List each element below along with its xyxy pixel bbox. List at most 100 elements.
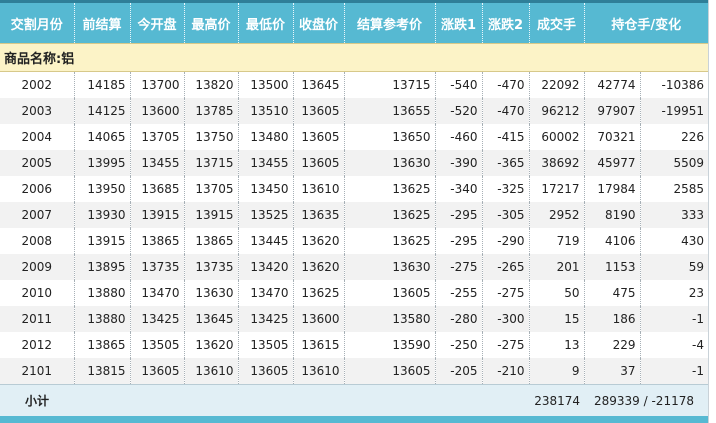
cell-delivery-month: 2005 xyxy=(0,150,75,176)
cell-delivery-month: 2009 xyxy=(0,254,75,280)
cell-oi-change: 333 xyxy=(640,202,708,228)
cell-high: 13620 xyxy=(184,332,239,358)
cell-open: 13685 xyxy=(130,176,185,202)
cell-settle-ref: 13630 xyxy=(344,150,436,176)
cell-low: 13480 xyxy=(238,124,294,150)
cell-volume: 50 xyxy=(529,280,585,306)
cell-change2: -325 xyxy=(482,176,530,202)
cell-open: 13915 xyxy=(130,202,185,228)
cell-prev-settle: 13930 xyxy=(74,202,131,228)
cell-volume: 60002 xyxy=(529,124,585,150)
cell-close: 13610 xyxy=(293,358,345,385)
cell-oi-change: 59 xyxy=(640,254,708,280)
cell-open: 13705 xyxy=(130,124,185,150)
header-delivery-month[interactable]: 交割月份 xyxy=(0,0,75,44)
cell-settle-ref: 13650 xyxy=(344,124,436,150)
header-prev-settle[interactable]: 前结算 xyxy=(74,0,131,44)
cell-delivery-month: 2008 xyxy=(0,228,75,254)
table-row[interactable]: 2003 14125 13600 13785 13510 13605 13655 -520 -4… xyxy=(0,98,708,124)
cell-prev-settle: 14065 xyxy=(74,124,131,150)
cell-close: 13635 xyxy=(293,202,345,228)
cell-delivery-month: 2011 xyxy=(0,306,75,332)
cell-high: 13785 xyxy=(184,98,239,124)
header-open-interest[interactable]: 持仓手/变化 xyxy=(584,0,708,44)
cell-open-interest: 1153 xyxy=(584,254,641,280)
cell-open-interest: 42774 xyxy=(584,71,641,98)
cell-volume: 9 xyxy=(529,358,585,385)
cell-low: 13510 xyxy=(238,98,294,124)
table-row[interactable]: 2011 13880 13425 13645 13425 13600 13580 -280 -3… xyxy=(0,306,708,332)
cell-high: 13645 xyxy=(184,306,239,332)
cell-oi-change: 23 xyxy=(640,280,708,306)
cell-change1: -250 xyxy=(435,332,483,358)
cell-volume: 22092 xyxy=(529,71,585,98)
cell-volume: 13 xyxy=(529,332,585,358)
cell-oi-change: -19951 xyxy=(640,98,708,124)
futures-quote-table: 交割月份 前结算 今开盘 最高价 最低价 收盘价 结算参考价 涨跌1 涨跌2 成… xyxy=(0,0,708,418)
cell-open-interest: 97907 xyxy=(584,98,641,124)
cell-high: 13715 xyxy=(184,150,239,176)
cell-close: 13620 xyxy=(293,228,345,254)
futures-table-container: 交割月份 前结算 今开盘 最高价 最低价 收盘价 结算参考价 涨跌1 涨跌2 成… xyxy=(0,0,709,423)
table-row[interactable]: 2009 13895 13735 13735 13420 13620 13630 -275 -2… xyxy=(0,254,708,280)
cell-volume: 17217 xyxy=(529,176,585,202)
table-row[interactable]: 2007 13930 13915 13915 13525 13635 13625 -295 -3… xyxy=(0,202,708,228)
table-row[interactable]: 2012 13865 13505 13620 13505 13615 13590 -250 -2… xyxy=(0,332,708,358)
header-change2[interactable]: 涨跌2 xyxy=(482,0,530,44)
subtotal-open-interest: 289339 / -21178 xyxy=(584,384,708,418)
cell-settle-ref: 13625 xyxy=(344,228,436,254)
cell-high: 13705 xyxy=(184,176,239,202)
header-open[interactable]: 今开盘 xyxy=(130,0,185,44)
table-row[interactable]: 2004 14065 13705 13750 13480 13605 13650 -460 -4… xyxy=(0,124,708,150)
cell-low: 13505 xyxy=(238,332,294,358)
cell-close: 13645 xyxy=(293,71,345,98)
cell-high: 13610 xyxy=(184,358,239,385)
cell-close: 13610 xyxy=(293,176,345,202)
subtotal-empty xyxy=(74,384,529,418)
cell-open: 13505 xyxy=(130,332,185,358)
header-close[interactable]: 收盘价 xyxy=(293,0,345,44)
cell-oi-change: -1 xyxy=(640,306,708,332)
table-row[interactable]: 2101 13815 13605 13610 13605 13610 13605 -205 -2… xyxy=(0,358,708,385)
cell-prev-settle: 14125 xyxy=(74,98,131,124)
cell-oi-change: -4 xyxy=(640,332,708,358)
table-row[interactable]: 2005 13995 13455 13715 13455 13605 13630 -390 -3… xyxy=(0,150,708,176)
header-settle-ref[interactable]: 结算参考价 xyxy=(344,0,436,44)
header-change1[interactable]: 涨跌1 xyxy=(435,0,483,44)
table-row[interactable]: 2008 13915 13865 13865 13445 13620 13625 -295 -2… xyxy=(0,228,708,254)
header-volume[interactable]: 成交手 xyxy=(529,0,585,44)
cell-change1: -255 xyxy=(435,280,483,306)
cell-change2: -300 xyxy=(482,306,530,332)
cell-delivery-month: 2004 xyxy=(0,124,75,150)
cell-open-interest: 475 xyxy=(584,280,641,306)
cell-low: 13450 xyxy=(238,176,294,202)
cell-delivery-month: 2002 xyxy=(0,71,75,98)
cell-change1: -295 xyxy=(435,228,483,254)
cell-volume: 2952 xyxy=(529,202,585,228)
cell-change2: -470 xyxy=(482,98,530,124)
cell-open-interest: 229 xyxy=(584,332,641,358)
cell-change1: -280 xyxy=(435,306,483,332)
table-row[interactable]: 2006 13950 13685 13705 13450 13610 13625 -340 -3… xyxy=(0,176,708,202)
cell-delivery-month: 2007 xyxy=(0,202,75,228)
cell-change2: -275 xyxy=(482,280,530,306)
cell-delivery-month: 2006 xyxy=(0,176,75,202)
header-low[interactable]: 最低价 xyxy=(238,0,294,44)
cell-delivery-month: 2101 xyxy=(0,358,75,385)
cell-change2: -470 xyxy=(482,71,530,98)
table-row[interactable]: 2010 13880 13470 13630 13470 13625 13605 -255 -2… xyxy=(0,280,708,306)
cell-change1: -295 xyxy=(435,202,483,228)
cell-high: 13630 xyxy=(184,280,239,306)
cell-close: 13605 xyxy=(293,150,345,176)
cell-close: 13615 xyxy=(293,332,345,358)
cell-change1: -460 xyxy=(435,124,483,150)
cell-open-interest: 186 xyxy=(584,306,641,332)
cell-open-interest: 4106 xyxy=(584,228,641,254)
table-row[interactable]: 2002 14185 13700 13820 13500 13645 13715 -540 -4… xyxy=(0,71,708,98)
cell-close: 13625 xyxy=(293,280,345,306)
cell-prev-settle: 13915 xyxy=(74,228,131,254)
cell-settle-ref: 13605 xyxy=(344,280,436,306)
header-high[interactable]: 最高价 xyxy=(184,0,239,44)
cell-prev-settle: 13880 xyxy=(74,280,131,306)
cell-prev-settle: 13815 xyxy=(74,358,131,385)
